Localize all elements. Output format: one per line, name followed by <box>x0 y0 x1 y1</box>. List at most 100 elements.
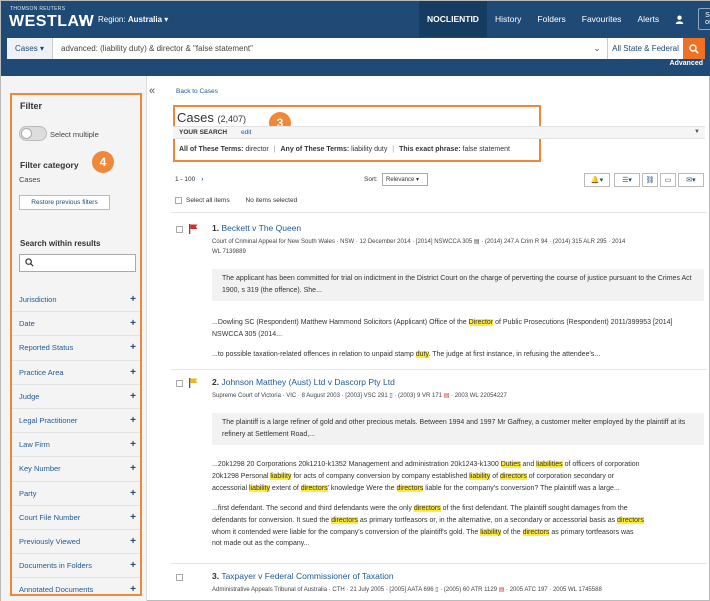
facet-legal-practitioner[interactable]: Legal Practitioner + <box>12 409 140 434</box>
toggle-knob <box>21 128 32 139</box>
facet-key-number[interactable]: Key Number + <box>12 457 140 482</box>
facet-party[interactable]: Party + <box>12 482 140 506</box>
select-multiple-toggle[interactable] <box>19 126 47 141</box>
facet-label: Court File Number <box>19 512 81 522</box>
result-title-link[interactable]: Taxpayer v Federal Commissioner of Taxat… <box>221 571 393 581</box>
result-number: 2. <box>212 377 220 387</box>
search-scope-label: Cases <box>15 44 38 53</box>
result-title-link[interactable]: Johnson Matthey (Aust) Ltd v Dascorp Pty… <box>221 377 394 387</box>
select-all-row: Select all items No items selected <box>175 197 297 204</box>
expand-plus-icon: + <box>130 294 136 306</box>
document-icon[interactable]: ▯ <box>389 393 392 399</box>
sort-select[interactable]: Relevance ▾ <box>382 173 428 186</box>
search-input[interactable] <box>53 39 587 58</box>
expand-plus-icon: + <box>130 584 136 596</box>
snippet-text: accessorial <box>212 484 249 492</box>
facet-law-firm[interactable]: Law Firm + <box>12 433 140 458</box>
result-title-link[interactable]: Beckett v The Queen <box>221 223 301 233</box>
select-all-checkbox[interactable] <box>175 197 182 204</box>
divider <box>171 563 707 564</box>
pdf-icon[interactable]: ▤ <box>444 393 450 399</box>
jurisdiction-selector[interactable]: All State & Federal <box>607 38 683 59</box>
nav-history[interactable]: History <box>487 1 529 37</box>
snippet-text: 20k1298 Personal <box>212 472 271 480</box>
facet-previously-viewed[interactable]: Previously Viewed + <box>12 530 140 555</box>
brand-menu-caret-icon[interactable]: ▾ <box>81 17 85 26</box>
filter-panel: Filter Select multiple Filter category C… <box>10 93 142 596</box>
expand-plus-icon: + <box>130 318 136 330</box>
facet-judge[interactable]: Judge + <box>12 385 140 409</box>
snippet-text: whom it contended were liable for the co… <box>212 528 481 536</box>
facet-reported-status[interactable]: Reported Status + <box>12 336 140 361</box>
email-button[interactable]: ✉ ▾ <box>678 173 704 187</box>
facet-jurisdiction[interactable]: Jurisdiction + <box>12 288 140 313</box>
result-item: 1. Beckett v The Queen Court of Criminal… <box>173 223 707 363</box>
link-button[interactable]: ⛓ <box>642 173 658 187</box>
pdf-icon[interactable]: ▤ <box>474 239 480 245</box>
document-icon[interactable]: ▯ <box>435 587 438 593</box>
result-number: 3. <box>212 571 220 581</box>
snippet-text: defendants for conversion. It sued the <box>212 516 332 524</box>
expand-plus-icon: + <box>130 487 136 499</box>
expand-search-caret-icon[interactable]: ▼ <box>694 129 700 135</box>
region-value: Australia <box>127 15 163 24</box>
snippet-text: ...first defendant. The second and third… <box>212 505 414 512</box>
nav-alerts[interactable]: Alerts <box>629 1 667 37</box>
red-flag-icon[interactable] <box>189 224 198 234</box>
sign-out-button[interactable]: Sign out <box>698 8 710 30</box>
search-within-input[interactable] <box>19 254 136 272</box>
facet-court-file-number[interactable]: Court File Number + <box>12 506 140 530</box>
user-icon[interactable] <box>667 1 692 37</box>
bell-icon: 🔔 <box>590 177 600 184</box>
snippet-text: liable for the company's conversion? The… <box>423 484 620 492</box>
citation-text: · 2005 ATC 197 · 2005 WL 1745588 <box>506 587 602 593</box>
search-bar: Cases ▾ ⌄ All State & Federal <box>1 37 710 61</box>
highlight-term: directors <box>396 484 424 492</box>
expand-plus-icon: + <box>130 439 136 451</box>
highlight-term: liability <box>270 472 292 480</box>
advanced-search-link[interactable]: Advanced <box>670 60 703 67</box>
facet-practice-area[interactable]: Practice Area + <box>12 361 140 385</box>
term-label: Any of These Terms: <box>280 146 350 153</box>
result-checkbox[interactable] <box>176 574 183 581</box>
facet-annotated-documents[interactable]: Annotated Documents + <box>12 578 140 596</box>
alert-bell-button[interactable]: 🔔 ▾ <box>584 173 610 187</box>
result-checkbox[interactable] <box>176 226 183 233</box>
search-scope-dropdown[interactable]: Cases ▾ <box>7 38 53 59</box>
snippet-text: as primary tortfeasors or, in the altern… <box>357 516 618 524</box>
highlight-term: liabilities <box>536 461 563 468</box>
edit-search-link[interactable]: edit <box>241 129 251 136</box>
search-button[interactable] <box>683 38 705 59</box>
result-checkbox[interactable] <box>176 380 183 387</box>
nav-favourites[interactable]: Favourites <box>574 1 630 37</box>
facet-documents-in-folders[interactable]: Documents in Folders + <box>12 554 140 579</box>
result-number: 1. <box>212 223 220 233</box>
result-range: 1 - 100 › <box>175 176 203 183</box>
divider <box>171 212 707 213</box>
expand-plus-icon: + <box>130 415 136 427</box>
region-selector[interactable]: Region: Australia ▾ <box>98 15 168 24</box>
facet-label: Annotated Documents <box>19 585 94 595</box>
search-subbar <box>1 61 710 76</box>
client-id-button[interactable]: NOCLIENTID <box>419 1 487 37</box>
nav-folders[interactable]: Folders <box>529 1 573 37</box>
results-toolbar: 1 - 100 › Sort: Relevance ▾ 🔔 ▾ ☰ ▾ ⛓ ▭ ✉ ▾ <box>175 173 705 187</box>
folder-button[interactable]: ▭ <box>660 173 676 187</box>
search-history-caret-icon[interactable]: ⌄ <box>587 43 607 54</box>
search-icon <box>25 258 34 267</box>
next-page-icon[interactable]: › <box>201 176 203 183</box>
collapse-sidebar-icon[interactable]: « <box>149 85 155 97</box>
term-label: This exact phrase: <box>399 146 461 153</box>
back-to-cases-link[interactable]: Back to Cases <box>176 88 218 95</box>
citation-text: Supreme Court of Victoria · VIC · 8 Augu… <box>212 393 388 399</box>
display-options-button[interactable]: ☰ ▾ <box>614 173 640 187</box>
sort-value: Relevance <box>386 177 415 183</box>
yellow-flag-icon[interactable] <box>189 378 198 388</box>
restore-filters-button[interactable]: Restore previous filters <box>19 195 110 210</box>
your-search-label: YOUR SEARCH <box>179 129 228 136</box>
citation-text: · (2005) 60 ATR 1129 <box>440 587 498 593</box>
pdf-icon[interactable]: ▤ <box>499 587 505 593</box>
facet-label: Law Firm <box>19 440 50 450</box>
facet-date[interactable]: Date + <box>12 312 140 337</box>
region-label: Region: <box>98 15 126 24</box>
